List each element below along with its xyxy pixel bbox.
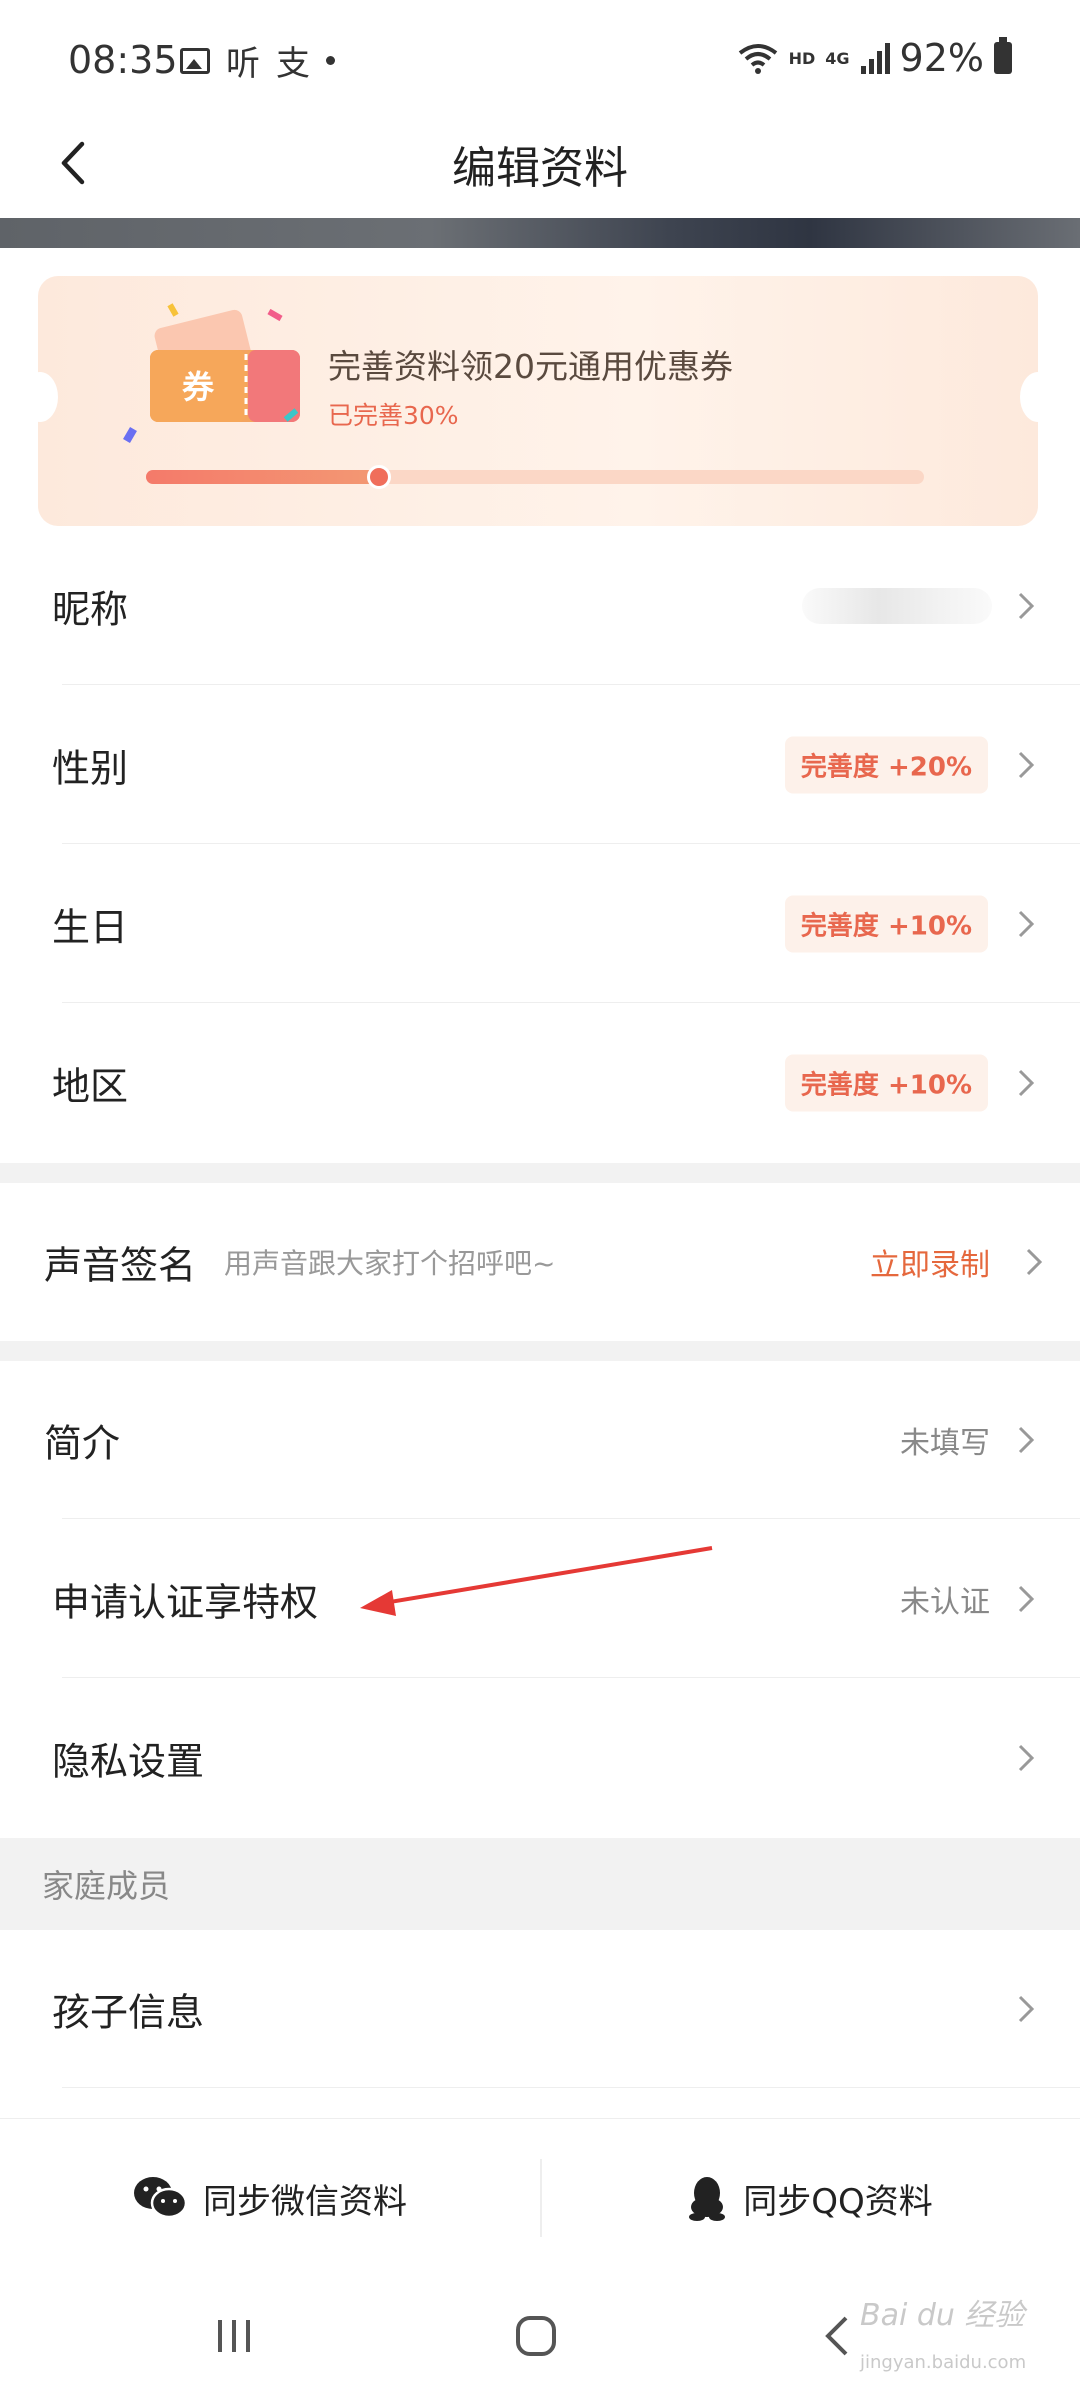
baidu-watermark: Bai du 经验 [860, 2298, 1025, 2333]
chevron-right-icon [1018, 1744, 1035, 1772]
wifi-icon [738, 44, 777, 74]
home-icon[interactable] [514, 2314, 558, 2358]
wechat-icon [134, 2177, 187, 2219]
row-privacy-settings[interactable]: 隐私设置 [0, 1679, 1080, 1837]
battery-percent: 92% [899, 36, 984, 80]
top-app-bar: 编辑资料 [0, 110, 1080, 220]
row-birthday[interactable]: 生日 完善度 +10% [0, 845, 1080, 1003]
profile-cover-image-strip [0, 218, 1080, 248]
row-nickname[interactable]: 昵称 [0, 527, 1080, 685]
row-divider [62, 1518, 1080, 1519]
profile-progress-fill [146, 470, 380, 484]
row-voice-signature[interactable]: 声音签名 用声音跟大家打个招呼吧~ 立即录制 [0, 1183, 1080, 1341]
row-gender[interactable]: 性别 完善度 +20% [0, 686, 1080, 844]
promo-progress-text: 已完善30% [328, 401, 459, 430]
nickname-value-blurred [802, 588, 992, 624]
row-divider [62, 1002, 1080, 1003]
status-system-icons: HD 4G 92% [737, 36, 1012, 80]
completion-badge: 完善度 +20% [784, 736, 988, 794]
family-section-header: 家庭成员 [0, 1838, 1080, 1930]
row-divider [62, 684, 1080, 685]
alipay-icon: 支 [276, 44, 310, 84]
row-label: 声音签名 [44, 1243, 197, 1288]
page-title: 编辑资料 [452, 143, 628, 194]
row-label: 昵称 [52, 587, 129, 632]
signal-icon [860, 43, 890, 74]
completion-badge: 完善度 +10% [784, 895, 988, 953]
row-child-info[interactable]: 孩子信息 [0, 1930, 1080, 2088]
chevron-right-icon [1018, 1995, 1035, 2023]
status-bar: 08:35 听 支 HD 4G 92% [0, 0, 1080, 120]
coupon-notch-right [1020, 372, 1056, 422]
row-label: 申请认证享特权 [52, 1580, 319, 1625]
listen-app-icon: 听 [226, 44, 260, 84]
status-time: 08:35 [68, 38, 178, 82]
row-divider [62, 1677, 1080, 1678]
chevron-right-icon [1018, 1069, 1035, 1097]
status-notification-icons: 听 支 [180, 36, 335, 85]
recent-apps-icon[interactable] [214, 2316, 254, 2356]
chevron-right-icon [1018, 1426, 1035, 1454]
section-separator [0, 1341, 1080, 1361]
sync-profile-bar: 同步微信资料 同步QQ资料 [0, 2118, 1080, 2277]
qq-penguin-icon [689, 2177, 726, 2221]
chevron-right-icon [1018, 1585, 1035, 1613]
chevron-right-icon [1018, 751, 1035, 779]
nav-back-icon[interactable] [822, 2314, 852, 2358]
row-bio[interactable]: 简介 未填写 [0, 1361, 1080, 1519]
coupon-badge-text: 券 [182, 368, 215, 406]
chevron-right-icon [1018, 910, 1035, 938]
row-label: 简介 [44, 1421, 121, 1466]
chevron-right-icon [1026, 1248, 1043, 1276]
voice-signature-hint: 用声音跟大家打个招呼吧~ [224, 1247, 556, 1280]
row-label: 性别 [52, 746, 129, 791]
completion-badge: 完善度 +10% [784, 1054, 988, 1112]
row-label: 地区 [52, 1064, 129, 1109]
row-divider [62, 843, 1080, 844]
record-now-link[interactable]: 立即录制 [870, 1240, 990, 1284]
row-region[interactable]: 地区 完善度 +10% [0, 1004, 1080, 1162]
section-separator [0, 1163, 1080, 1183]
sync-wechat-button[interactable]: 同步微信资料 [0, 2119, 540, 2277]
hd-indicator: HD [788, 48, 816, 68]
sync-qq-button[interactable]: 同步QQ资料 [540, 2119, 1080, 2277]
row-verification[interactable]: 申请认证享特权 未认证 [0, 1520, 1080, 1678]
sync-wechat-label: 同步微信资料 [203, 2181, 407, 2222]
row-divider [62, 2087, 1080, 2088]
coupon-notch-left [22, 372, 58, 422]
edit-profile-screen: 08:35 听 支 HD 4G 92% 编辑资料 券 完善资料领20元通用优惠券… [0, 0, 1080, 2400]
battery-icon [994, 37, 1012, 74]
section-title: 家庭成员 [42, 1867, 171, 1905]
row-label: 孩子信息 [52, 1990, 205, 2035]
row-label: 隐私设置 [52, 1739, 205, 1784]
coupon-ticket-icon: 券 [123, 303, 300, 444]
row-label: 生日 [52, 905, 129, 950]
profile-progress-bar [146, 465, 924, 489]
chevron-right-icon [1018, 592, 1035, 620]
network-generation: 4G [825, 48, 850, 68]
row-value: 未填写 [900, 1426, 990, 1461]
baidu-watermark-url: jingyan.baidu.com [860, 2352, 1027, 2373]
promo-title: 完善资料领20元通用优惠券 [328, 347, 733, 386]
more-notifications-dot-icon [326, 56, 335, 65]
sync-qq-label: 同步QQ资料 [743, 2181, 933, 2222]
gallery-icon [180, 47, 210, 74]
row-value: 未认证 [900, 1585, 990, 1620]
